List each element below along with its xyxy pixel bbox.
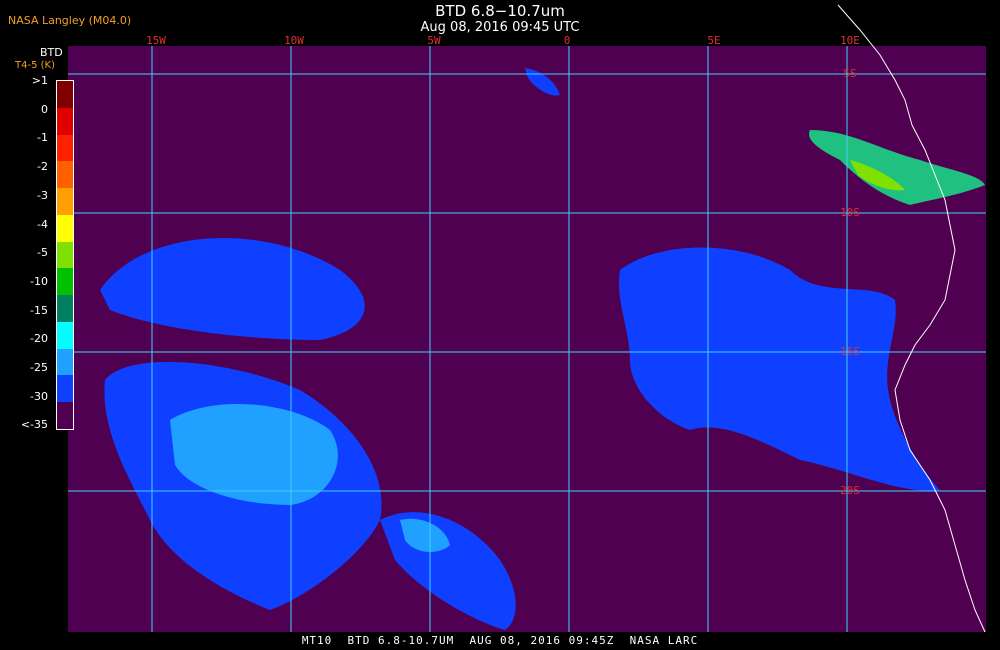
lon-label: 15W [146,34,166,47]
legend-swatch [57,188,73,216]
legend-label: -30 [30,389,48,403]
legend-label: -5 [37,246,48,260]
lon-label: 0 [564,34,571,47]
map-subtitle: Aug 08, 2016 09:45 UTC [420,20,580,35]
legend-swatch [57,81,73,109]
legend-swatch [57,107,73,136]
lat-label: 10S [840,206,860,219]
legend-label: 0 [41,102,48,116]
legend-label: -3 [37,188,48,202]
legend-swatch [57,161,73,189]
legend-swatch [57,348,73,376]
legend-swatch [57,268,73,296]
legend-title: BTD [40,46,63,59]
lon-label: 10W [284,34,304,47]
lon-labels: 15W 10W 5W 0 5E 10E [146,34,860,47]
map-title: BTD 6.8−10.7um [435,2,565,20]
legend-swatch [57,402,73,430]
legend-label: >1 [31,74,48,87]
color-legend [56,80,74,430]
lon-label: 10E [840,34,860,47]
legend-swatch [57,134,73,162]
legend-label: <-35 [20,418,48,432]
legend-label: -2 [37,160,48,174]
satellite-map: 15W 10W 5W 0 5E 10E 5S 10S 15S 20S [68,4,986,633]
lat-label: 5S [843,67,856,80]
legend-swatch [57,241,73,269]
legend-label: -20 [30,332,48,346]
lat-label: 20S [840,484,860,497]
footer-caption: MT10 BTD 6.8-10.7UM AUG 08, 2016 09:45Z … [301,634,699,647]
legend-label: -4 [37,217,48,231]
legend-subtitle: T4-5 (K) [15,60,55,71]
legend-label: -10 [30,274,48,288]
legend-swatch [57,321,73,350]
legend-label: -15 [30,303,48,317]
lon-label: 5E [707,34,720,47]
legend-swatch [57,295,73,323]
legend-swatch [57,375,73,403]
legend-swatch [57,214,73,243]
lon-label: 5W [427,34,441,47]
lat-label: 15S [840,345,860,358]
legend-label: -1 [37,131,48,145]
legend-label: -25 [30,361,48,374]
